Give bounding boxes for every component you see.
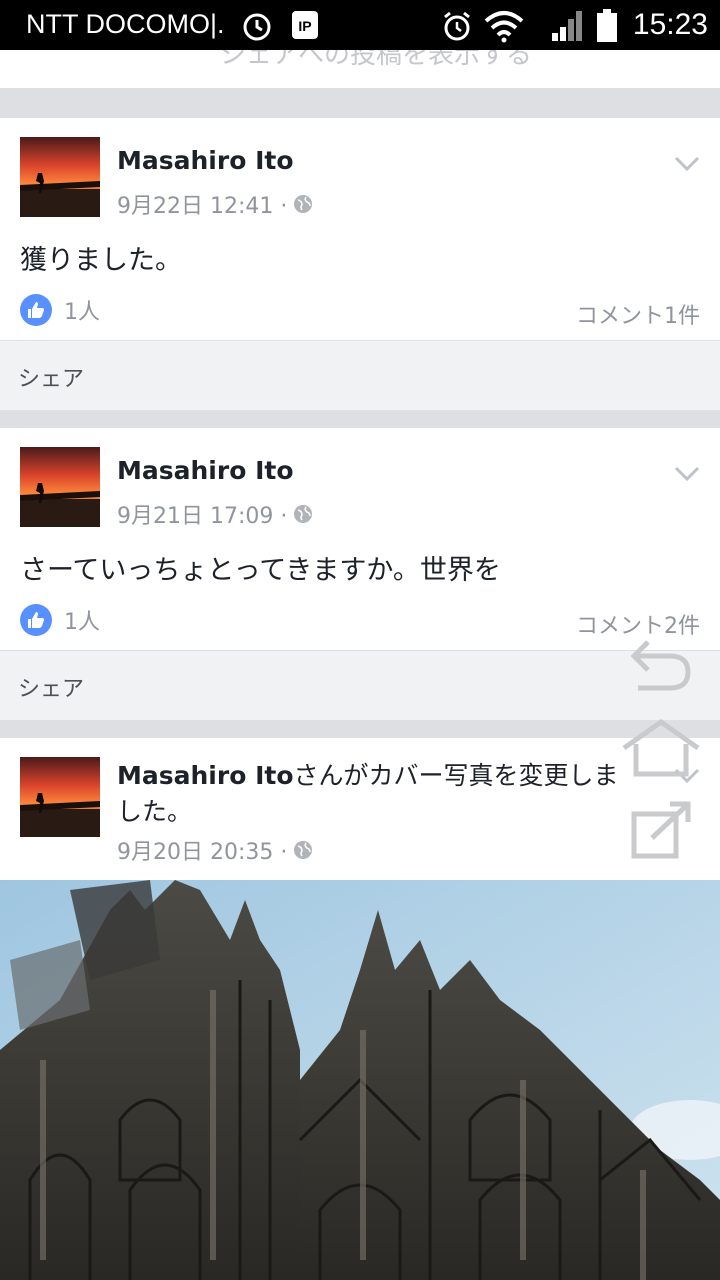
post-meta: 9月20日 20:35 · <box>117 834 313 866</box>
avatar[interactable] <box>20 757 100 837</box>
see-more-link[interactable]: シェアへの投稿を表示する <box>220 50 532 71</box>
carrier-label: NTT DOCOMO|. <box>26 9 225 39</box>
previous-post-tail: シェアへの投稿を表示する <box>0 50 720 88</box>
feed-divider <box>0 88 720 118</box>
feed-divider <box>0 410 720 428</box>
post-timestamp[interactable]: 9月20日 20:35 · <box>117 834 287 866</box>
back-arrow-icon[interactable] <box>630 634 692 692</box>
post-card: Masahiro Ito 9月22日 12:41 · 獲りました。 1人 コメン… <box>0 118 720 411</box>
status-bar: NTT DOCOMO|. IP 15:23 <box>0 0 720 50</box>
post-meta: 9月21日 17:09 · <box>117 498 313 530</box>
avatar-image <box>20 757 100 837</box>
share-label: シェア <box>18 677 85 702</box>
thumbs-up-icon <box>20 604 52 636</box>
app-notification-icon: IP <box>292 11 318 39</box>
svg-text:IP: IP <box>298 18 311 34</box>
signal-icon <box>552 11 582 41</box>
chevron-down-icon[interactable] <box>674 466 700 482</box>
comment-count[interactable]: コメント1件 <box>576 298 700 330</box>
avatar-image <box>20 137 100 217</box>
battery-icon <box>597 9 617 42</box>
post-author[interactable]: Masahiro Ito <box>117 146 294 175</box>
like-summary[interactable]: 1人 <box>20 294 100 326</box>
globe-icon <box>294 505 313 523</box>
post-meta: 9月22日 12:41 · <box>117 188 313 220</box>
post-text: 獲りました。 <box>20 245 182 276</box>
post-timestamp[interactable]: 9月21日 17:09 · <box>117 498 287 530</box>
alarm-icon <box>243 13 271 41</box>
post-author[interactable]: Masahiro Ito <box>117 456 294 485</box>
share-out-icon[interactable] <box>630 800 692 860</box>
cover-change-text-cont: した。 <box>117 797 193 826</box>
post-headline: Masahiro Itoさんがカバー写真を変更しま した。 <box>117 758 677 830</box>
like-count: 1人 <box>64 610 100 635</box>
post-timestamp[interactable]: 9月22日 12:41 · <box>117 188 287 220</box>
home-icon[interactable] <box>620 718 702 778</box>
share-label: シェア <box>18 367 85 392</box>
clock-label: 15:23 <box>632 8 708 41</box>
post-author[interactable]: Masahiro Ito <box>117 761 294 790</box>
share-button[interactable]: シェア <box>0 340 720 411</box>
post-text: さーていっちょとってきますか。世界を <box>20 555 501 586</box>
like-summary[interactable]: 1人 <box>20 604 100 636</box>
avatar[interactable] <box>20 137 100 217</box>
alarm-clock-icon <box>444 11 470 41</box>
globe-icon <box>294 841 313 859</box>
post-card: Masahiro Itoさんがカバー写真を変更しま した。 9月20日 20:3… <box>0 738 720 1280</box>
globe-icon <box>294 195 313 213</box>
like-count: 1人 <box>64 300 100 325</box>
chevron-down-icon[interactable] <box>674 156 700 172</box>
avatar-image <box>20 447 100 527</box>
thumbs-up-icon <box>20 294 52 326</box>
avatar[interactable] <box>20 447 100 527</box>
share-button[interactable]: シェア <box>0 650 720 721</box>
wifi-icon <box>484 11 524 43</box>
cover-change-text: さんがカバー写真を変更しま <box>293 761 619 790</box>
post-card: Masahiro Ito 9月21日 17:09 · さーていっちょとってきます… <box>0 428 720 721</box>
feed-divider <box>0 720 720 738</box>
cover-photo[interactable] <box>0 880 720 1280</box>
